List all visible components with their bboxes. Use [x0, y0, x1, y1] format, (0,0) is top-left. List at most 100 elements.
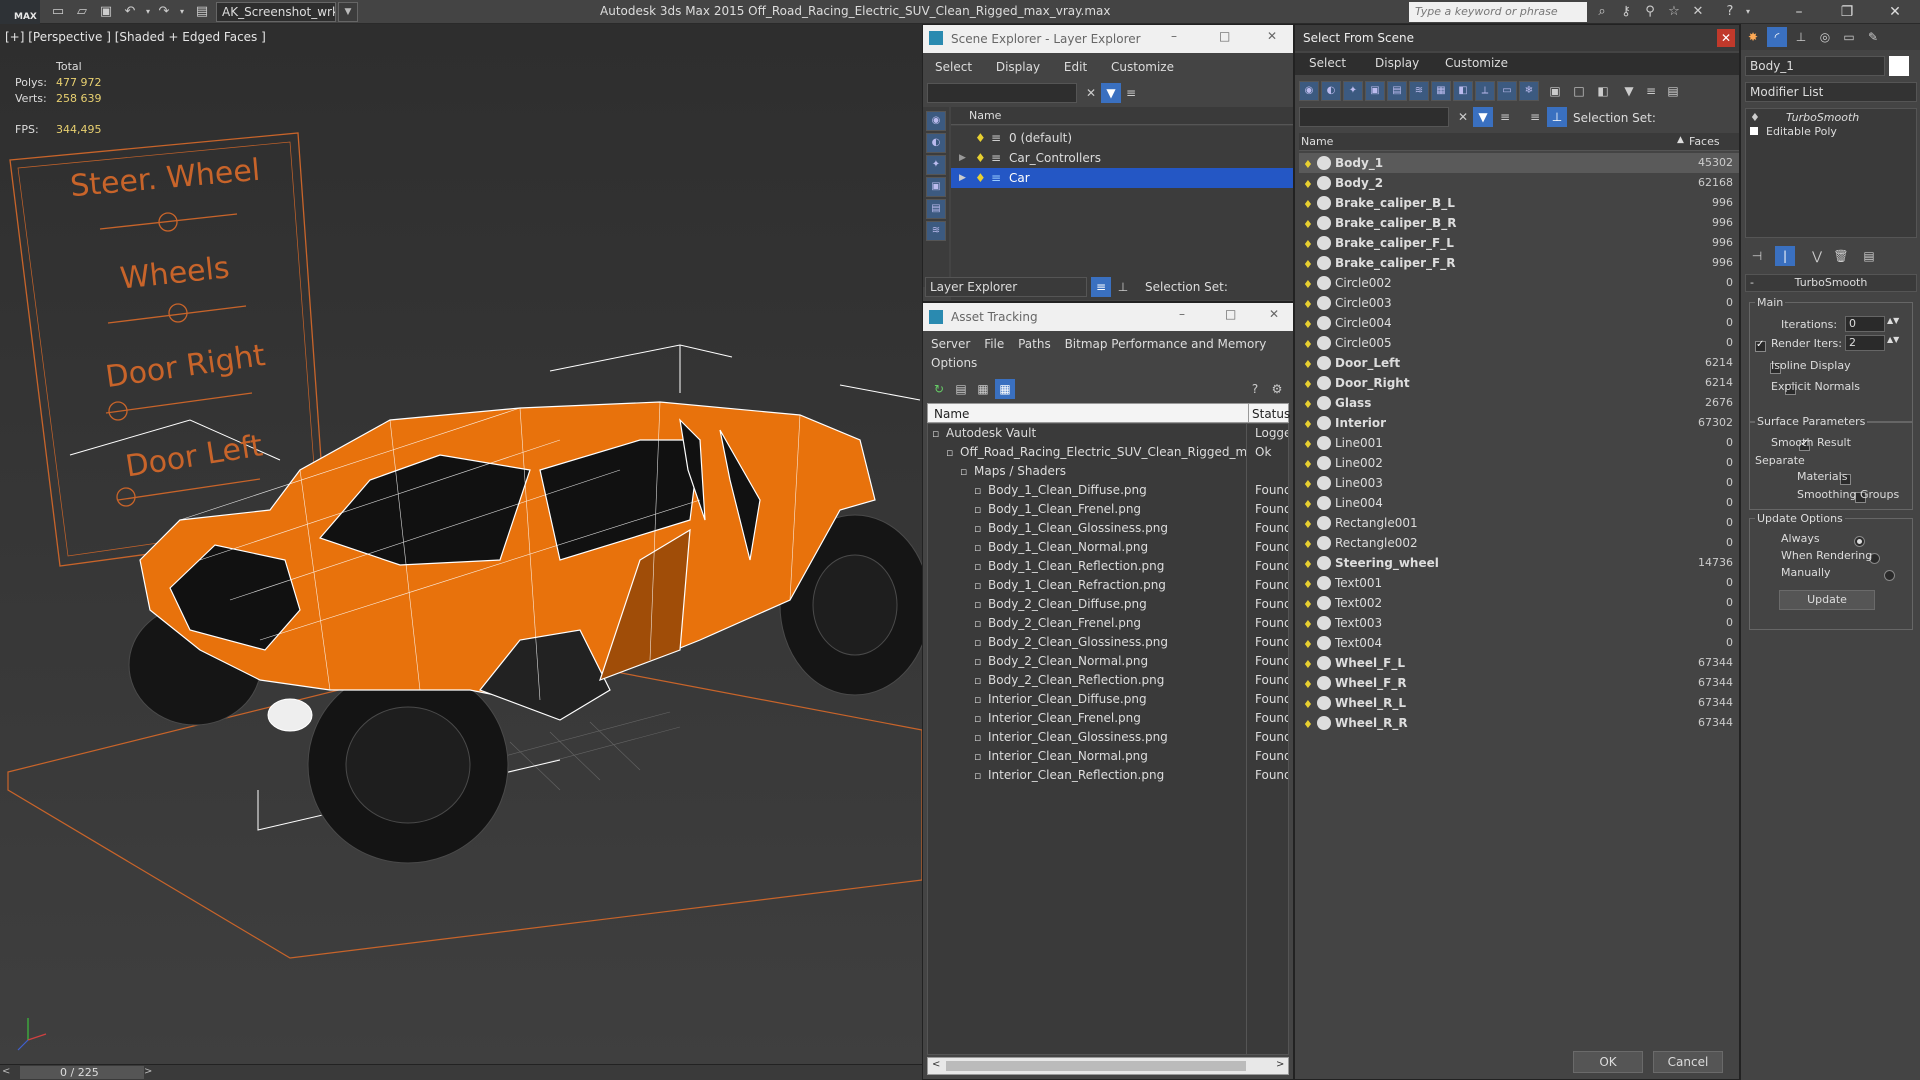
time-prev-icon[interactable]: < [2, 1066, 10, 1077]
update-button[interactable]: Update [1779, 590, 1875, 610]
remove-modifier-icon[interactable]: 🗑 [1831, 246, 1851, 266]
utilities-tab-icon[interactable]: ✎ [1863, 27, 1883, 47]
object-row[interactable]: ♦ Text002 0 [1299, 593, 1739, 613]
sfs-hierarchy-view-icon[interactable]: ⊥ [1547, 107, 1567, 127]
sfs-find-filter-icon[interactable]: ▼ [1473, 107, 1493, 127]
light-bulb-icon[interactable]: ♦ [1303, 275, 1313, 291]
asset-table-hscrollbar[interactable]: < > [927, 1057, 1289, 1075]
asset-row[interactable]: ▫ Interior_Clean_Frenel.png Found [928, 709, 1288, 728]
display-cameras-icon[interactable]: ▣ [926, 177, 946, 197]
scene-explorer-column-header[interactable]: Name [951, 107, 1293, 125]
object-row[interactable]: ♦ Brake_caliper_F_L 996 [1299, 233, 1739, 253]
layer-row-car-controllers[interactable]: ▶ ♦ ≡ Car_Controllers [951, 148, 1293, 168]
object-row[interactable]: ♦ Text001 0 [1299, 573, 1739, 593]
menu-select[interactable]: Select [935, 60, 972, 74]
object-row[interactable]: ♦ Circle005 0 [1299, 333, 1739, 353]
cancel-button[interactable]: Cancel [1653, 1051, 1723, 1073]
object-row[interactable]: ♦ Wheel_F_L 67344 [1299, 653, 1739, 673]
sfs-filter-icon[interactable]: ▼ [1619, 81, 1639, 101]
light-bulb-icon[interactable]: ♦ [1303, 635, 1313, 651]
asset-row[interactable]: ▫ Body_1_Clean_Diffuse.png Found [928, 481, 1288, 500]
help-icon[interactable]: ? [1245, 379, 1265, 399]
layer-row-car[interactable]: ▶ ♦ ≡ Car [951, 168, 1293, 188]
filter-lights-icon[interactable]: ✦ [1343, 81, 1363, 101]
filter-shapes-icon[interactable]: ◐ [1321, 81, 1341, 101]
time-slider[interactable]: < 0 / 225 > [0, 1064, 922, 1080]
workspace-dropdown-arrow[interactable]: ▼ [338, 2, 358, 22]
asset-tracking-maximize[interactable]: □ [1225, 307, 1236, 321]
object-row[interactable]: ♦ Line004 0 [1299, 493, 1739, 513]
light-bulb-icon[interactable]: ♦ [1303, 555, 1313, 571]
display-helpers-icon[interactable]: ▤ [926, 199, 946, 219]
asset-row[interactable]: ▫ Body_2_Clean_Frenel.png Found [928, 614, 1288, 633]
sfs-clear-search-icon[interactable]: ✕ [1453, 107, 1473, 127]
menu-display[interactable]: Display [996, 60, 1040, 74]
asset-row[interactable]: ▫ Maps / Shaders [928, 462, 1288, 481]
object-row[interactable]: ♦ Glass 2676 [1299, 393, 1739, 413]
explorer-type-dropdown[interactable]: Layer Explorer [925, 277, 1087, 297]
light-bulb-icon[interactable]: ♦ [1303, 335, 1313, 351]
asset-row[interactable]: ▫ Body_1_Clean_Normal.png Found [928, 538, 1288, 557]
filter-geometry-icon[interactable]: ◉ [1299, 81, 1319, 101]
stack-expand-icon[interactable] [1750, 127, 1758, 135]
object-row[interactable]: ♦ Body_1 45302 [1299, 153, 1739, 173]
modify-tab-icon[interactable]: ◜ [1767, 27, 1787, 47]
light-bulb-icon[interactable]: ♦ [1303, 675, 1313, 691]
asset-row[interactable]: ▫ Body_2_Clean_Glossiness.png Found [928, 633, 1288, 652]
thumbnail-icon[interactable]: ▦ [973, 379, 993, 399]
asset-row[interactable]: ▫ Interior_Clean_Diffuse.png Found [928, 690, 1288, 709]
asset-row[interactable]: ▫ Body_1_Clean_Reflection.png Found [928, 557, 1288, 576]
table-view-icon[interactable]: ▦ [995, 379, 1015, 399]
menu-options[interactable]: Options [931, 356, 977, 370]
object-name-field[interactable]: Body_1 [1745, 56, 1885, 76]
close-button[interactable]: ✕ [1882, 2, 1908, 22]
modifier-bulb-icon[interactable]: ♦ [1750, 111, 1760, 124]
col-status-header[interactable]: Status [1252, 407, 1290, 421]
sfs-options-icon[interactable]: ▤ [1663, 81, 1683, 101]
show-end-result-icon[interactable]: | [1775, 246, 1795, 266]
display-shapes-icon[interactable]: ◐ [926, 133, 946, 153]
object-row[interactable]: ♦ Circle003 0 [1299, 293, 1739, 313]
asset-row[interactable]: ▫ Interior_Clean_Glossiness.png Found [928, 728, 1288, 747]
hierarchy-tab-icon[interactable]: ⊥ [1791, 27, 1811, 47]
object-row[interactable]: ♦ Body_2 62168 [1299, 173, 1739, 193]
minimize-button[interactable]: – [1786, 2, 1812, 22]
search-input[interactable]: Type a keyword or phrase [1409, 2, 1587, 22]
object-row[interactable]: ♦ Brake_caliper_B_L 996 [1299, 193, 1739, 213]
filter-containers-icon[interactable]: ▭ [1497, 81, 1517, 101]
sfs-col-name[interactable]: Name [1301, 135, 1333, 148]
object-row[interactable]: ♦ Brake_caliper_B_R 996 [1299, 213, 1739, 233]
ok-button[interactable]: OK [1573, 1051, 1643, 1073]
select-none-icon[interactable]: □ [1569, 81, 1589, 101]
object-color-swatch[interactable] [1889, 56, 1909, 76]
sfs-hierarchy-icon[interactable]: ≡ [1641, 81, 1661, 101]
layer-row-default[interactable]: ♦ ≡ 0 (default) [951, 128, 1293, 148]
light-bulb-icon[interactable]: ♦ [1303, 415, 1313, 431]
undo-dropdown-icon[interactable]: ▾ [140, 4, 156, 20]
perspective-viewport[interactable]: [+] [Perspective ] [Shaded + Edged Faces… [0, 24, 922, 1064]
object-row[interactable]: ♦ Interior 67302 [1299, 413, 1739, 433]
light-bulb-icon[interactable]: ♦ [1303, 575, 1313, 591]
sfs-search-input[interactable] [1299, 107, 1449, 127]
motion-tab-icon[interactable]: ◎ [1815, 27, 1835, 47]
exchange-icon[interactable]: ✕ [1690, 4, 1706, 20]
light-bulb-icon[interactable]: ♦ [1303, 695, 1313, 711]
maximize-button[interactable]: ❐ [1834, 2, 1860, 22]
scene-explorer-minimize[interactable]: – [1171, 29, 1177, 43]
sfs-layer-explorer-icon[interactable]: ≡ [1525, 107, 1545, 127]
light-bulb-icon[interactable]: ♦ [975, 168, 986, 188]
select-all-icon[interactable]: ▣ [1545, 81, 1565, 101]
expand-arrow-icon[interactable]: ▶ [959, 148, 966, 168]
filter-frozen-icon[interactable]: ❄ [1519, 81, 1539, 101]
light-bulb-icon[interactable]: ♦ [1303, 355, 1313, 371]
layer-toggle-icon[interactable]: ≡ [1121, 83, 1141, 103]
sfs-menu-customize[interactable]: Customize [1445, 56, 1508, 70]
object-row[interactable]: ♦ Text003 0 [1299, 613, 1739, 633]
object-row[interactable]: ♦ Rectangle001 0 [1299, 513, 1739, 533]
filter-bones-icon[interactable]: ⟂ [1475, 81, 1495, 101]
light-bulb-icon[interactable]: ♦ [1303, 455, 1313, 471]
turbosmooth-rollout-header[interactable]: - TurboSmooth [1745, 274, 1917, 292]
sort-ascending-icon[interactable]: ▲ [1677, 135, 1684, 145]
light-bulb-icon[interactable]: ♦ [1303, 295, 1313, 311]
asset-tracking-minimize[interactable]: – [1179, 307, 1185, 321]
